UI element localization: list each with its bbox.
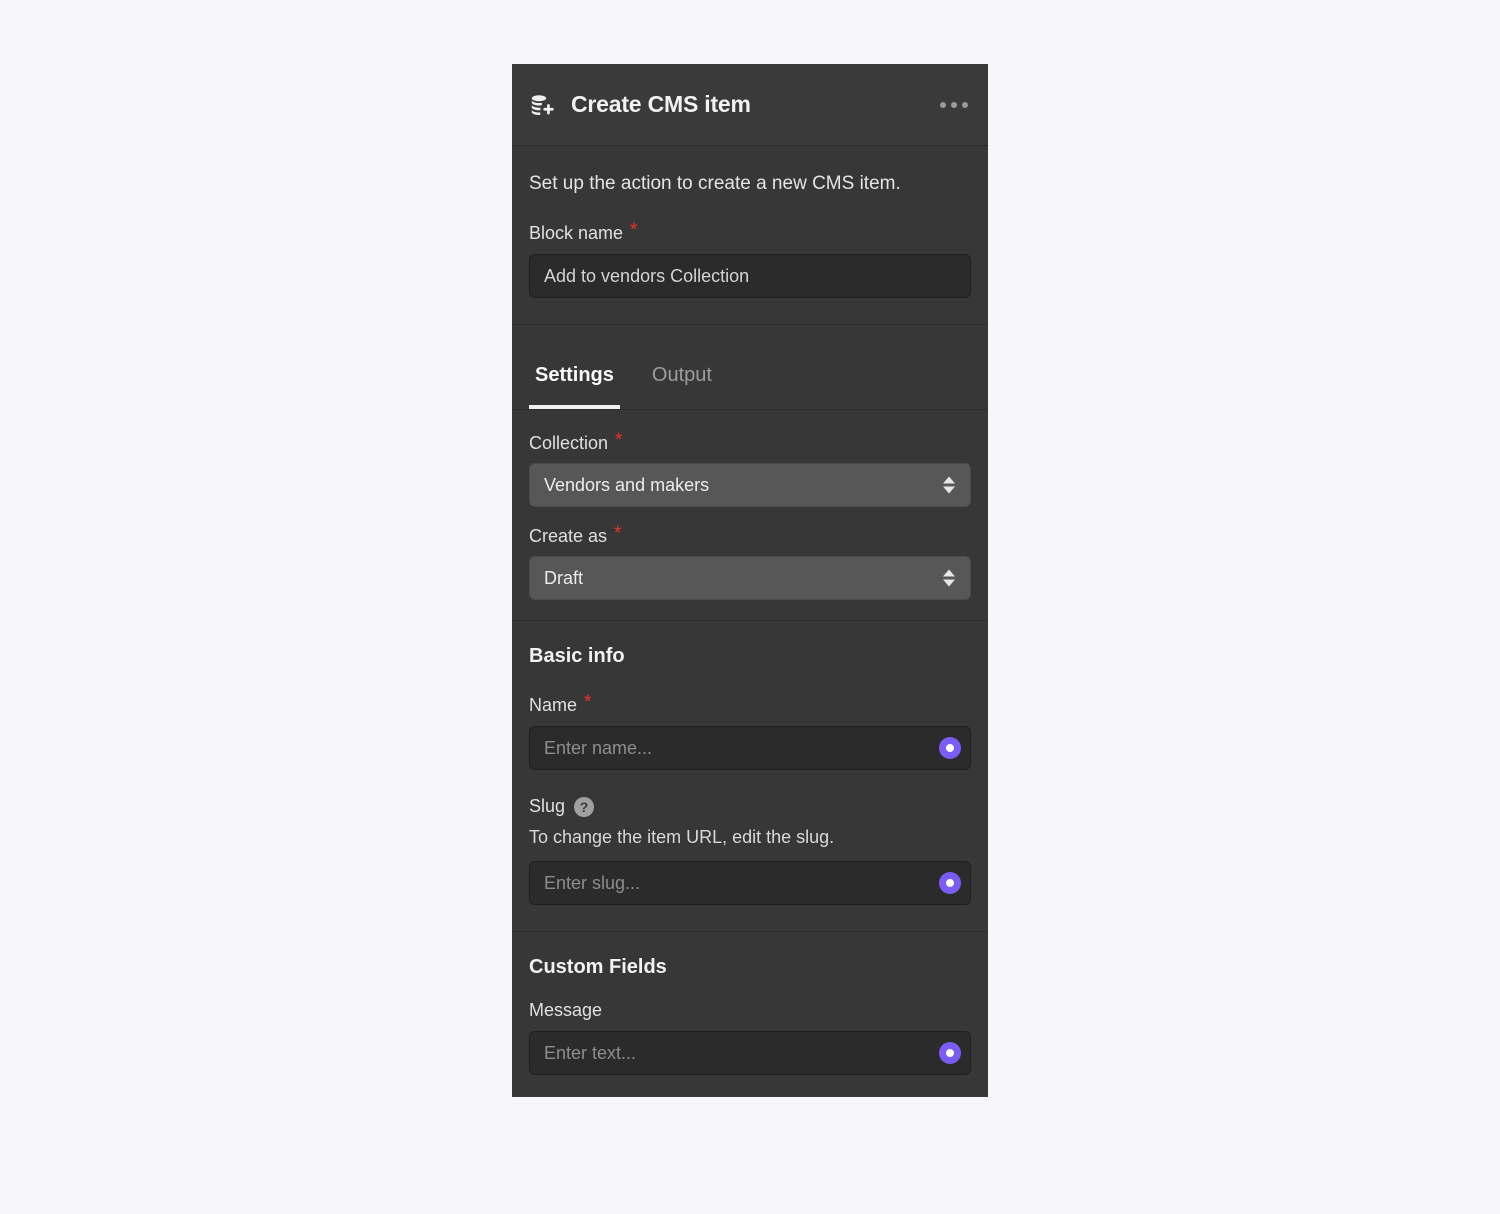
dynamic-value-button[interactable] [939, 1042, 961, 1064]
message-input-wrap [529, 1031, 971, 1075]
block-name-label: Block name * [529, 220, 971, 244]
create-as-field: Create as * Draft [529, 523, 971, 600]
message-input[interactable] [529, 1031, 971, 1075]
basic-info-title: Basic info [529, 645, 625, 667]
name-input[interactable] [529, 726, 971, 770]
question-mark-icon[interactable]: ? [574, 796, 595, 817]
create-as-label: Create as * [529, 523, 971, 547]
message-label-text: Message [529, 1000, 603, 1020]
basic-info-section: Basic info Name * Slug ? To change the i… [512, 621, 988, 931]
custom-fields-title: Custom Fields [529, 956, 667, 978]
name-field: Name * [529, 692, 971, 770]
panel-header: Create CMS item [512, 64, 988, 146]
tab-bar: Settings Output [512, 325, 988, 410]
slug-helper-text: To change the item URL, edit the slug. [529, 827, 835, 847]
dynamic-value-button[interactable] [939, 872, 961, 894]
collection-label: Collection * [529, 430, 971, 454]
name-label: Name * [529, 692, 971, 716]
name-label-text: Name [529, 695, 578, 715]
create-as-label-text: Create as [529, 526, 608, 546]
collection-label-text: Collection [529, 433, 609, 453]
collection-select-wrap: Vendors and makers [529, 463, 971, 507]
intro-section: Set up the action to create a new CMS it… [512, 146, 988, 324]
message-label: Message [529, 999, 971, 1021]
custom-fields-section: Custom Fields Message [512, 932, 988, 1097]
panel-description: Set up the action to create a new CMS it… [529, 173, 901, 194]
collection-field: Collection * Vendors and makers [529, 430, 971, 507]
kebab-dot [962, 101, 968, 108]
dynamic-value-button[interactable] [939, 737, 961, 759]
kebab-dot [940, 101, 946, 108]
slug-label: Slug [529, 796, 566, 816]
kebab-menu-icon[interactable] [938, 94, 970, 116]
required-asterisk: * [614, 523, 622, 544]
slug-field: Slug ? To change the item URL, edit the … [529, 796, 971, 905]
settings-tab-content: Collection * Vendors and makers Create a… [512, 410, 988, 620]
collection-select[interactable]: Vendors and makers [529, 463, 971, 507]
page-title: Create CMS item [571, 91, 751, 117]
slug-input-wrap [529, 861, 971, 905]
message-field: Message [529, 999, 971, 1075]
cms-add-icon [529, 92, 555, 118]
required-asterisk: * [615, 430, 623, 451]
create-cms-item-panel: Create CMS item Set up the action to cre… [512, 64, 988, 1097]
create-as-select[interactable]: Draft [529, 556, 971, 600]
block-name-label-text: Block name [529, 223, 624, 243]
create-as-select-wrap: Draft [529, 556, 971, 600]
slug-input[interactable] [529, 861, 971, 905]
tab-settings[interactable]: Settings [529, 363, 620, 409]
tab-output[interactable]: Output [646, 363, 718, 409]
required-asterisk: * [630, 220, 638, 241]
kebab-dot [951, 101, 957, 108]
required-asterisk: * [584, 692, 592, 713]
name-input-wrap [529, 726, 971, 770]
slug-label-row: Slug ? [529, 796, 971, 817]
block-name-input[interactable] [529, 254, 971, 298]
